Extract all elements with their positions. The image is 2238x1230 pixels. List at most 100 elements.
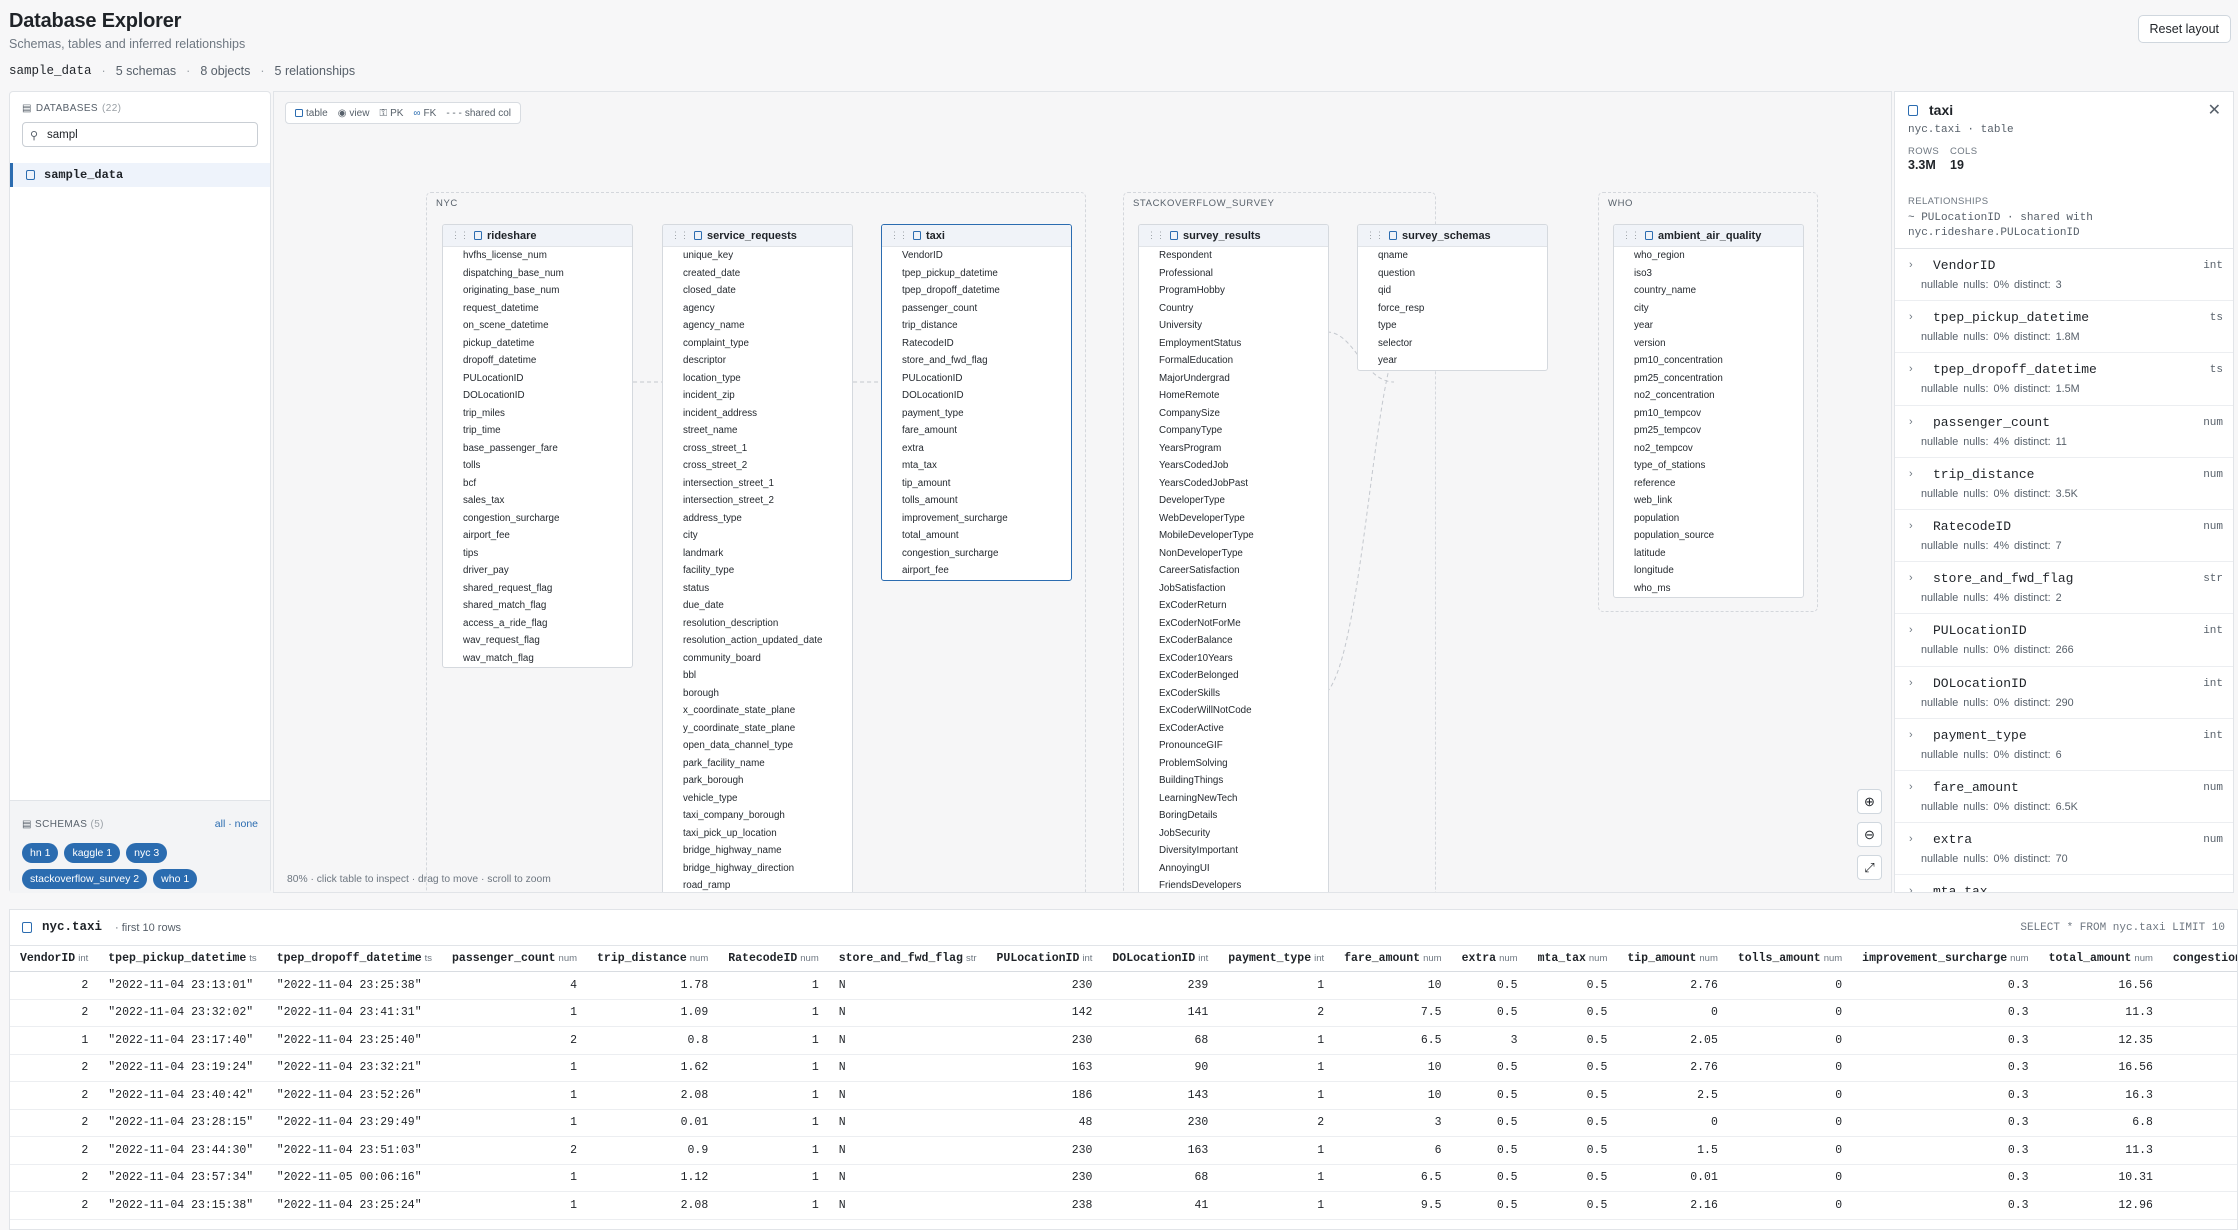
table-column[interactable]: base_passenger_fare	[443, 440, 632, 458]
column-header[interactable]: tip_amount num	[1617, 945, 1728, 972]
table-column[interactable]: landmark	[663, 545, 852, 563]
table-column[interactable]: RatecodeID	[882, 335, 1071, 353]
table-card-survey-results[interactable]: ⋮⋮ survey_results Respondent Professional Pr…	[1138, 224, 1329, 892]
column-header[interactable]: congestion_surchargenum	[2162, 945, 2237, 972]
chevron-right-icon[interactable]: ›	[1909, 520, 1913, 532]
table-column[interactable]: DiversityImportant	[1139, 842, 1328, 860]
column-header[interactable]: passenger_count num	[442, 945, 588, 972]
schema-chip[interactable]: kaggle 1	[64, 843, 121, 863]
table-column[interactable]: shared_request_flag	[443, 580, 632, 598]
table-column[interactable]: force_resp	[1358, 300, 1547, 318]
table-card-taxi[interactable]: ⋮⋮ taxi VendorID tpep_pickup_datetime tpep_d…	[881, 224, 1072, 581]
table-column[interactable]: year	[1358, 352, 1547, 370]
table-column[interactable]: qid	[1358, 282, 1547, 300]
er-diagram-canvas[interactable]: table ◉ view ⚿ PK ∞ FK - - - shared col NYC …	[273, 91, 1892, 893]
table-column[interactable]: community_board	[663, 650, 852, 668]
table-column[interactable]: country_name	[1614, 282, 1803, 300]
table-column[interactable]: cross_street_2	[663, 457, 852, 475]
table-column[interactable]: y_coordinate_state_plane	[663, 720, 852, 738]
table-column[interactable]: tip_amount	[882, 475, 1071, 493]
table-column[interactable]: iso3	[1614, 265, 1803, 283]
table-card-header[interactable]: ⋮⋮ ambient_air_quality	[1614, 225, 1803, 247]
table-column[interactable]: no2_concentration	[1614, 387, 1803, 405]
table-column[interactable]: due_date	[663, 597, 852, 615]
chevron-right-icon[interactable]: ›	[1909, 781, 1913, 793]
table-column[interactable]: type	[1358, 317, 1547, 335]
column-header[interactable]: DOLocationID int	[1102, 945, 1219, 972]
database-item-sample-data[interactable]: sample_data	[10, 163, 270, 187]
table-column[interactable]: bbl	[663, 667, 852, 685]
table-column[interactable]: tips	[443, 545, 632, 563]
table-column[interactable]: DOLocationID	[443, 387, 632, 405]
table-column[interactable]: latitude	[1614, 545, 1803, 563]
column-stat-item[interactable]: › store_and_fwd_flag str nullable nulls: 4%…	[1895, 562, 2233, 615]
table-column[interactable]: selector	[1358, 335, 1547, 353]
table-card-rideshare[interactable]: ⋮⋮ rideshare hvfhs_license_num dispatching_…	[442, 224, 633, 668]
fit-view-button[interactable]: ⤢	[1857, 855, 1882, 880]
table-column[interactable]: ExCoderBalance	[1139, 632, 1328, 650]
table-column[interactable]: Respondent	[1139, 247, 1328, 265]
table-column[interactable]: ExCoderBelonged	[1139, 667, 1328, 685]
table-column[interactable]: reference	[1614, 475, 1803, 493]
table-column[interactable]: on_scene_datetime	[443, 317, 632, 335]
table-column[interactable]: incident_zip	[663, 387, 852, 405]
chevron-right-icon[interactable]: ›	[1909, 363, 1913, 375]
table-column[interactable]: CareerSatisfaction	[1139, 562, 1328, 580]
column-stat-item[interactable]: › DOLocationID int nullable nulls: 0% disti…	[1895, 667, 2233, 719]
table-column[interactable]: pm10_tempcov	[1614, 405, 1803, 423]
table-card-header[interactable]: ⋮⋮ rideshare	[443, 225, 632, 247]
table-column[interactable]: tpep_pickup_datetime	[882, 265, 1071, 283]
table-column[interactable]: taxi_pick_up_location	[663, 825, 852, 843]
table-column[interactable]: created_date	[663, 265, 852, 283]
table-column[interactable]: extra	[882, 440, 1071, 458]
chevron-right-icon[interactable]: ›	[1909, 677, 1913, 689]
column-stat-item[interactable]: › PULocationID int nullable nulls: 0% disti…	[1895, 614, 2233, 667]
table-column[interactable]: street_name	[663, 422, 852, 440]
table-column[interactable]: PULocationID	[443, 370, 632, 388]
table-column[interactable]: ExCoderNotForMe	[1139, 615, 1328, 633]
table-column[interactable]: dropoff_datetime	[443, 352, 632, 370]
column-header[interactable]: trip_distance num	[587, 945, 719, 972]
table-column[interactable]: closed_date	[663, 282, 852, 300]
table-column[interactable]: FriendsDevelopers	[1139, 877, 1328, 892]
column-header[interactable]: improvement_surcharge num	[1852, 945, 2039, 972]
drag-handle-icon[interactable]: ⋮⋮	[1622, 230, 1640, 241]
table-column[interactable]: BoringDetails	[1139, 807, 1328, 825]
table-column[interactable]: pm25_concentration	[1614, 370, 1803, 388]
schema-chip[interactable]: hn 1	[22, 843, 59, 863]
table-column[interactable]: population	[1614, 510, 1803, 528]
column-header[interactable]: RatecodeID num	[718, 945, 829, 972]
table-column[interactable]: cross_street_1	[663, 440, 852, 458]
column-header[interactable]: PULocationID int	[986, 945, 1103, 972]
table-column[interactable]: CompanyType	[1139, 422, 1328, 440]
table-column[interactable]: HomeRemote	[1139, 387, 1328, 405]
table-column[interactable]: wav_match_flag	[443, 650, 632, 668]
table-column[interactable]: ProblemSolving	[1139, 755, 1328, 773]
select-all-link[interactable]: all	[215, 818, 226, 830]
table-column[interactable]: sales_tax	[443, 492, 632, 510]
table-column[interactable]: road_ramp	[663, 877, 852, 892]
table-column[interactable]: ExCoder10Years	[1139, 650, 1328, 668]
table-column[interactable]: YearsProgram	[1139, 440, 1328, 458]
table-column[interactable]: pm10_concentration	[1614, 352, 1803, 370]
column-header[interactable]: store_and_fwd_flag str	[828, 945, 987, 972]
table-column[interactable]: status	[663, 580, 852, 598]
table-column[interactable]: bridge_highway_name	[663, 842, 852, 860]
chevron-right-icon[interactable]: ›	[1909, 833, 1913, 845]
table-column[interactable]: city	[663, 527, 852, 545]
table-column[interactable]: population_source	[1614, 527, 1803, 545]
table-column[interactable]: AnnoyingUI	[1139, 860, 1328, 878]
table-column[interactable]: intersection_street_2	[663, 492, 852, 510]
table-column[interactable]: JobSecurity	[1139, 825, 1328, 843]
table-column[interactable]: DeveloperType	[1139, 492, 1328, 510]
column-stat-item[interactable]: › payment_type int nullable nulls: 0% disti…	[1895, 719, 2233, 771]
table-column[interactable]: MajorUndergrad	[1139, 370, 1328, 388]
column-header[interactable]: VendorID int	[10, 945, 99, 972]
table-column[interactable]: resolution_action_updated_date	[663, 632, 852, 650]
table-card-ambient-air-quality[interactable]: ⋮⋮ ambient_air_quality who_region iso3 count…	[1613, 224, 1804, 598]
table-column[interactable]: bridge_highway_direction	[663, 860, 852, 878]
table-column[interactable]: tpep_dropoff_datetime	[882, 282, 1071, 300]
table-column[interactable]: airport_fee	[882, 562, 1071, 580]
table-column[interactable]: store_and_fwd_flag	[882, 352, 1071, 370]
table-column[interactable]: trip_time	[443, 422, 632, 440]
